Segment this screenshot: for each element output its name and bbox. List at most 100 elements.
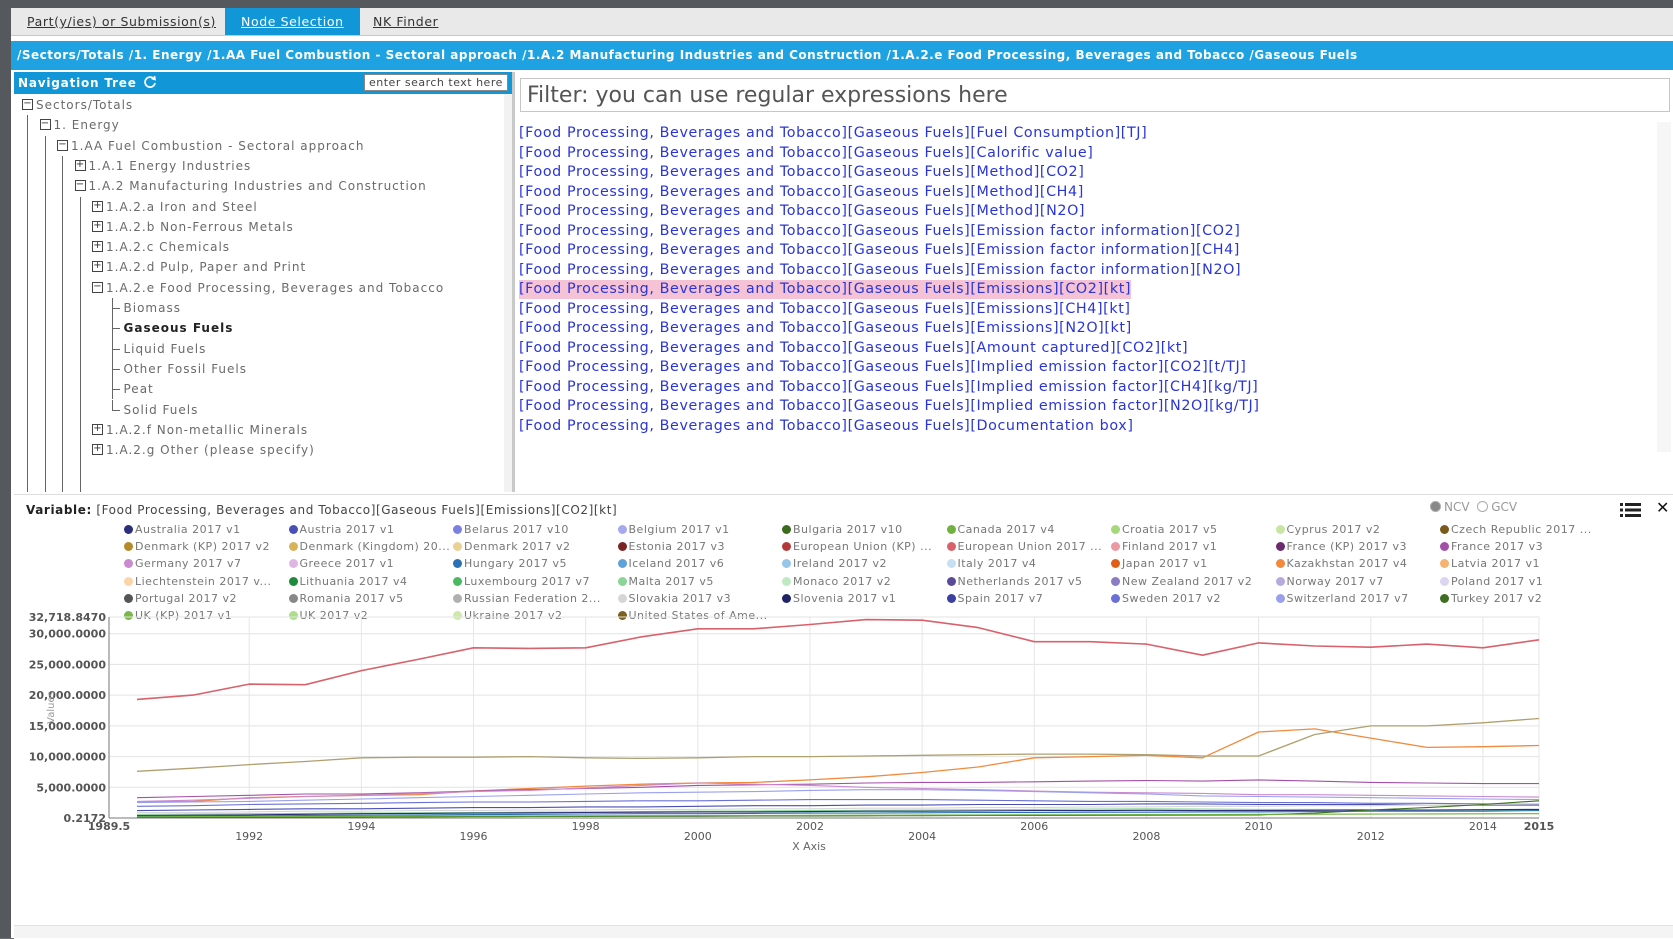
legend-item[interactable]: Lithuania 2017 v4: [288, 575, 408, 588]
legend-item[interactable]: Ireland 2017 v2: [782, 557, 887, 570]
expand-toggle-icon[interactable]: +: [92, 444, 103, 456]
tree-node[interactable]: 1.A.1 Energy Industries: [89, 156, 252, 176]
legend-item[interactable]: Latvia 2017 v1: [1440, 557, 1540, 570]
expand-toggle-icon[interactable]: +: [92, 241, 103, 253]
legend-item[interactable]: Czech Republic 2017 ...: [1440, 523, 1592, 536]
legend-item[interactable]: European Union 2017 ...: [946, 540, 1103, 553]
tree-node[interactable]: 1.A.2.d Pulp, Paper and Print: [106, 257, 306, 277]
variable-list-item[interactable]: [Food Processing, Beverages and Tobacco]…: [519, 280, 1132, 299]
legend-item[interactable]: Austria 2017 v1: [288, 523, 395, 536]
legend-item[interactable]: Norway 2017 v7: [1275, 575, 1384, 588]
legend-item[interactable]: Australia 2017 v1: [124, 523, 241, 536]
variable-list-item[interactable]: [Food Processing, Beverages and Tobacco]…: [519, 124, 1147, 143]
collapse-toggle-icon[interactable]: −: [74, 180, 86, 192]
tree-node[interactable]: 1.A.2.g Other (please specify): [106, 440, 315, 460]
legend-item[interactable]: Sweden 2017 v2: [1111, 592, 1221, 605]
tree-node[interactable]: Solid Fuels: [124, 400, 199, 420]
variable-list-item[interactable]: [Food Processing, Beverages and Tobacco]…: [519, 358, 1247, 377]
variable-list-item[interactable]: [Food Processing, Beverages and Tobacco]…: [519, 397, 1260, 416]
legend-item[interactable]: Denmark 2017 v2: [453, 540, 571, 553]
filter-input[interactable]: [520, 78, 1670, 112]
tree-node[interactable]: 1.A.2 Manufacturing Industries and Const…: [89, 176, 427, 196]
legend-item[interactable]: Finland 2017 v1: [1111, 540, 1217, 553]
variable-list-item[interactable]: [Food Processing, Beverages and Tobacco]…: [519, 144, 1093, 163]
legend-item[interactable]: Canada 2017 v4: [946, 523, 1055, 536]
tab-nk-finder[interactable]: NK Finder: [357, 8, 454, 35]
tree-node[interactable]: Gaseous Fuels: [124, 318, 234, 338]
list-icon[interactable]: [1620, 502, 1642, 518]
legend-item[interactable]: Netherlands 2017 v5: [946, 575, 1083, 588]
tree-node[interactable]: 1.A.2.f Non-metallic Minerals: [106, 420, 308, 440]
legend-item[interactable]: France 2017 v3: [1440, 540, 1543, 553]
variable-list-item[interactable]: [Food Processing, Beverages and Tobacco]…: [519, 241, 1240, 260]
legend-item[interactable]: Hungary 2017 v5: [453, 557, 567, 570]
legend-item[interactable]: Spain 2017 v7: [946, 592, 1044, 605]
variable-list-item[interactable]: [Food Processing, Beverages and Tobacco]…: [519, 222, 1240, 241]
variable-list-item[interactable]: [Food Processing, Beverages and Tobacco]…: [519, 261, 1241, 280]
legend-item[interactable]: Poland 2017 v1: [1440, 575, 1543, 588]
tree-scrollbar[interactable]: [504, 94, 512, 492]
legend-item[interactable]: New Zealand 2017 v2: [1111, 575, 1252, 588]
legend-item[interactable]: Russian Federation 2...: [453, 592, 601, 605]
legend-item[interactable]: Cyprus 2017 v2: [1275, 523, 1381, 536]
refresh-icon[interactable]: [143, 75, 159, 91]
legend-item[interactable]: Belgium 2017 v1: [617, 523, 730, 536]
legend-item[interactable]: Malta 2017 v5: [617, 575, 714, 588]
tab-node-selection[interactable]: Node Selection: [225, 8, 360, 35]
variable-list-scrollbar[interactable]: [1657, 122, 1671, 452]
collapse-toggle-icon[interactable]: −: [22, 99, 33, 110]
tree-node[interactable]: 1.AA Fuel Combustion - Sectoral approach: [71, 136, 364, 156]
expand-toggle-icon[interactable]: +: [92, 200, 103, 212]
legend-item[interactable]: Slovenia 2017 v1: [782, 592, 896, 605]
tree-node[interactable]: 1.A.2.e Food Processing, Beverages and T…: [106, 278, 444, 298]
legend-item[interactable]: Germany 2017 v7: [124, 557, 242, 570]
variable-list-item[interactable]: [Food Processing, Beverages and Tobacco]…: [519, 163, 1084, 182]
legend-item[interactable]: Croatia 2017 v5: [1111, 523, 1218, 536]
legend-item[interactable]: Monaco 2017 v2: [782, 575, 891, 588]
tree-node[interactable]: Peat: [124, 379, 154, 399]
tree-node[interactable]: Sectors/Totals: [36, 95, 133, 115]
variable-list-item[interactable]: [Food Processing, Beverages and Tobacco]…: [519, 339, 1188, 358]
expand-toggle-icon[interactable]: +: [74, 159, 86, 171]
collapse-toggle-icon[interactable]: −: [92, 281, 103, 293]
legend-item[interactable]: Slovakia 2017 v3: [617, 592, 732, 605]
legend-item[interactable]: Kazakhstan 2017 v4: [1275, 557, 1408, 570]
expand-toggle-icon[interactable]: +: [92, 220, 103, 232]
legend-item[interactable]: Iceland 2017 v6: [617, 557, 725, 570]
tree-node[interactable]: 1.A.2.a Iron and Steel: [106, 197, 258, 217]
legend-item[interactable]: European Union (KP) ...: [782, 540, 932, 553]
legend-item[interactable]: Portugal 2017 v2: [124, 592, 237, 605]
collapse-toggle-icon[interactable]: −: [39, 119, 51, 131]
tree-node[interactable]: Liquid Fuels: [124, 339, 207, 359]
tree-node[interactable]: Other Fossil Fuels: [124, 359, 248, 379]
legend-item[interactable]: Italy 2017 v4: [946, 557, 1037, 570]
variable-list-item[interactable]: [Food Processing, Beverages and Tobacco]…: [519, 183, 1084, 202]
gcv-radio[interactable]: [1477, 501, 1489, 512]
legend-item[interactable]: Bulgaria 2017 v10: [782, 523, 903, 536]
legend-item[interactable]: Denmark (KP) 2017 v2: [124, 540, 270, 553]
variable-list-item[interactable]: [Food Processing, Beverages and Tobacco]…: [519, 378, 1258, 397]
legend-item[interactable]: Estonia 2017 v3: [617, 540, 726, 553]
legend-item[interactable]: Greece 2017 v1: [288, 557, 395, 570]
legend-item[interactable]: Denmark (Kingdom) 20...: [288, 540, 451, 553]
expand-toggle-icon[interactable]: +: [92, 261, 103, 273]
legend-item[interactable]: Switzerland 2017 v7: [1275, 592, 1409, 605]
legend-item[interactable]: France (KP) 2017 v3: [1275, 540, 1408, 553]
legend-item[interactable]: Belarus 2017 v10: [453, 523, 569, 536]
tree-node[interactable]: Biomass: [124, 298, 181, 318]
tree-search-input[interactable]: [364, 74, 508, 91]
legend-item[interactable]: Turkey 2017 v2: [1440, 592, 1542, 605]
legend-item[interactable]: Luxembourg 2017 v7: [453, 575, 590, 588]
chart-horizontal-scrollbar[interactable]: [14, 925, 1673, 938]
tree-node[interactable]: 1. Energy: [54, 115, 120, 135]
legend-item[interactable]: Romania 2017 v5: [288, 592, 404, 605]
variable-list-item[interactable]: [Food Processing, Beverages and Tobacco]…: [519, 300, 1131, 319]
ncv-radio[interactable]: [1430, 501, 1441, 512]
collapse-toggle-icon[interactable]: −: [57, 139, 68, 151]
variable-list-item[interactable]: [Food Processing, Beverages and Tobacco]…: [519, 417, 1134, 436]
tree-node[interactable]: 1.A.2.b Non-Ferrous Metals: [106, 217, 294, 237]
close-icon[interactable]: ✕: [1656, 497, 1669, 519]
tree-node[interactable]: 1.A.2.c Chemicals: [106, 237, 230, 257]
legend-item[interactable]: Liechtenstein 2017 v...: [124, 575, 272, 588]
variable-list-item[interactable]: [Food Processing, Beverages and Tobacco]…: [519, 319, 1132, 338]
